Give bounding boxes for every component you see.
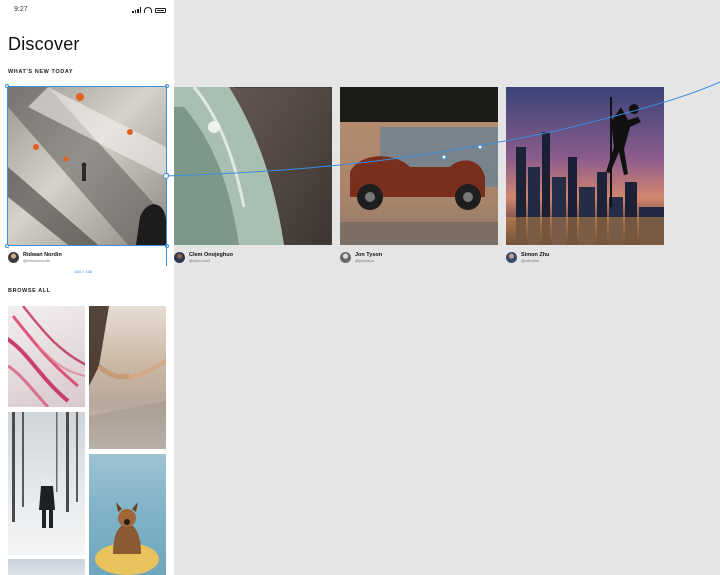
signal-icon xyxy=(132,7,141,13)
whats-new-heading: WHAT'S NEW TODAY xyxy=(8,69,74,75)
dog-on-paddleboard-photo[interactable] xyxy=(89,454,166,575)
card-author[interactable]: Clem Onojeghuo @clemono2 xyxy=(174,252,233,263)
holding-hands-photo[interactable] xyxy=(89,306,166,449)
avatar[interactable] xyxy=(174,252,185,263)
battery-icon xyxy=(155,7,166,13)
resize-handle[interactable] xyxy=(5,244,9,248)
selection-size-label: 158 × 158 xyxy=(74,269,92,274)
card-author[interactable]: Simon Zhu @smnzhu xyxy=(506,252,549,263)
pink-feathers-photo[interactable] xyxy=(8,306,85,407)
card-author[interactable]: Jon Tyson @jontyson xyxy=(340,252,382,263)
selection-guide xyxy=(166,86,167,266)
card-author[interactable]: Ridwan Nordin @ridwannordin xyxy=(8,252,62,263)
wifi-icon xyxy=(144,7,152,13)
card-car-image[interactable] xyxy=(174,87,332,245)
status-bar: 9:27 xyxy=(0,0,174,22)
card-scooter-image[interactable] xyxy=(340,87,498,245)
browse-all-heading: BROWSE ALL xyxy=(8,288,51,294)
card-city-image[interactable] xyxy=(506,87,664,245)
author-handle: @jontyson xyxy=(355,258,374,263)
avatar[interactable] xyxy=(506,252,517,263)
resize-handle[interactable] xyxy=(5,84,9,88)
author-handle: @smnzhu xyxy=(521,258,540,263)
author-handle: @ridwannordin xyxy=(23,258,50,263)
avatar[interactable] xyxy=(8,252,19,263)
page-title: Discover xyxy=(8,34,80,54)
selection-box[interactable] xyxy=(5,84,169,248)
snow-trees-photo[interactable] xyxy=(8,559,85,575)
status-time: 9:27 xyxy=(14,6,28,13)
author-handle: @clemono2 xyxy=(189,258,211,263)
snowy-forest-walk-photo[interactable] xyxy=(8,412,85,555)
avatar[interactable] xyxy=(340,252,351,263)
